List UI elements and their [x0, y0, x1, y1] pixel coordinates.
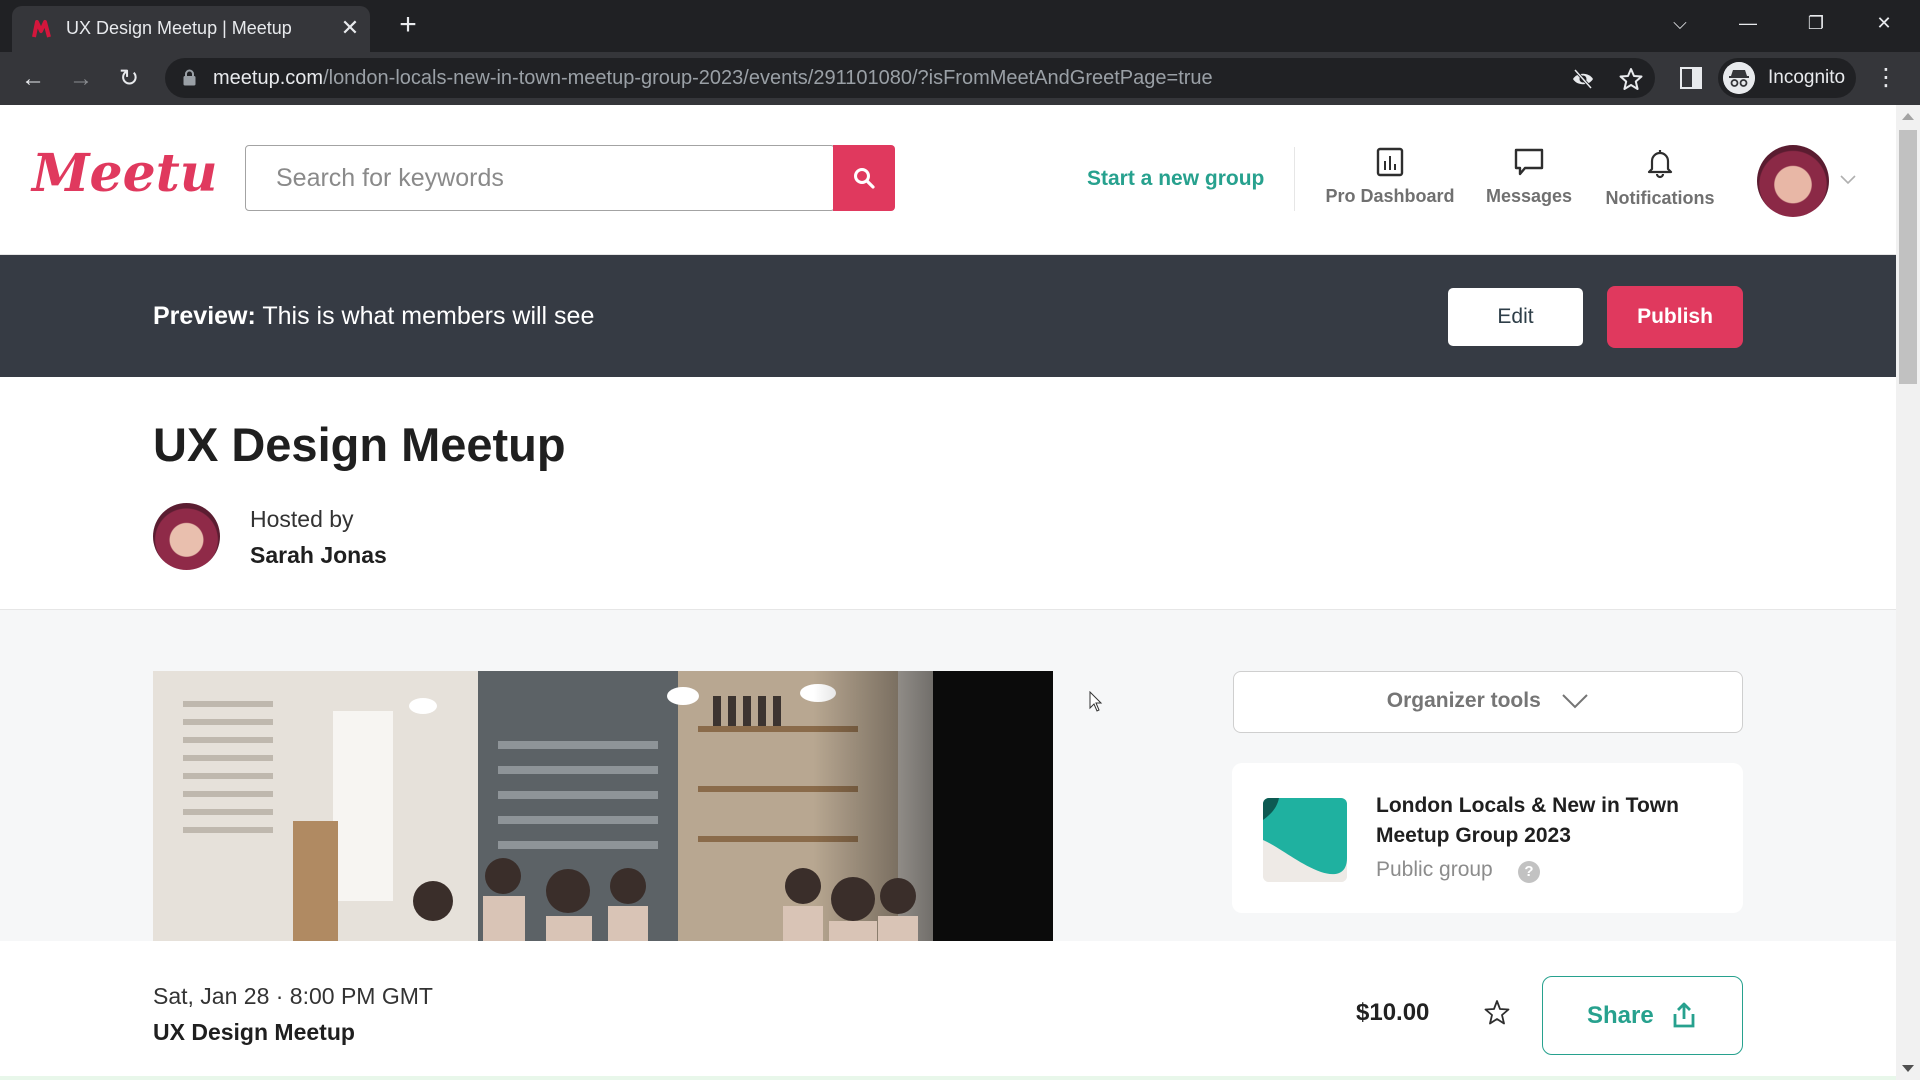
lock-icon	[183, 69, 196, 86]
chat-bubble-icon	[1514, 148, 1544, 176]
url-path: /london-locals-new-in-town-meetup-group-…	[323, 67, 1213, 89]
new-tab-button[interactable]: +	[392, 10, 424, 40]
group-name[interactable]: London Locals & New in Town Meetup Group…	[1376, 791, 1716, 851]
hosted-by-label: Hosted by	[250, 506, 354, 532]
action-bar-event-title: UX Design Meetup	[153, 1019, 355, 1045]
url-text[interactable]: meetup.com/london-locals-new-in-town-mee…	[213, 67, 1213, 90]
nav-messages[interactable]: Messages	[1454, 147, 1604, 217]
side-panel-icon[interactable]	[1680, 67, 1702, 89]
organizer-tools-label: Organizer tools	[1386, 689, 1541, 712]
scrollbar-thumb[interactable]	[1899, 130, 1917, 384]
organizer-tools-dropdown[interactable]: Organizer tools	[1233, 671, 1743, 733]
preview-banner: Preview: This is what members will see E…	[0, 255, 1896, 377]
reload-button[interactable]: ↻	[112, 62, 146, 96]
event-photo	[153, 671, 1053, 941]
host-name[interactable]: Sarah Jonas	[250, 542, 387, 569]
share-upload-icon	[1673, 1002, 1695, 1028]
share-label: Share	[1587, 1002, 1654, 1029]
scroll-up-arrow-icon[interactable]	[1902, 113, 1914, 120]
group-logo-shape	[1263, 798, 1347, 882]
meetup-logo[interactable]: Meetup	[30, 145, 218, 215]
search-button[interactable]	[833, 145, 895, 211]
nav-pro-dashboard[interactable]: Pro Dashboard	[1315, 147, 1465, 217]
user-avatar[interactable]	[1757, 145, 1829, 217]
preview-description: This is what members will see	[255, 302, 595, 330]
browser-toolbar: ← → ↻ meetup.com/london-locals-new-in-to…	[0, 52, 1920, 105]
event-price: $10.00	[1356, 999, 1430, 1026]
event-action-bar: Sat, Jan 28 · 8:00 PM GMT UX Design Meet…	[0, 941, 1896, 1080]
tab-search-icon[interactable]: ⌵	[1660, 10, 1700, 36]
share-button[interactable]: Share	[1542, 976, 1743, 1055]
incognito-profile-button[interactable]: Incognito	[1718, 58, 1856, 98]
page-scrollbar[interactable]	[1896, 105, 1920, 1080]
restore-button[interactable]: ❐	[1796, 10, 1836, 36]
meetup-page: Meetup Start a new group Pro Dashboard	[0, 105, 1896, 1080]
search-box	[245, 145, 835, 211]
logo-text: Meetup	[30, 145, 218, 204]
incognito-label: Incognito	[1768, 67, 1846, 88]
save-star-icon[interactable]	[1483, 998, 1511, 1026]
publish-button[interactable]: Publish	[1607, 286, 1743, 348]
address-bar[interactable]: meetup.com/london-locals-new-in-town-mee…	[165, 58, 1655, 98]
scroll-down-arrow-icon[interactable]	[1902, 1065, 1914, 1072]
host-avatar[interactable]	[153, 503, 220, 570]
meetup-favicon-icon	[32, 20, 51, 38]
search-icon	[854, 168, 875, 189]
tracking-blocked-eye-icon[interactable]	[1570, 66, 1596, 92]
forward-button[interactable]: →	[64, 62, 98, 96]
bar-chart-icon	[1376, 147, 1404, 177]
window-close-button[interactable]: ✕	[1864, 10, 1904, 36]
chevron-down-icon[interactable]	[1838, 171, 1858, 187]
browser-menu-icon[interactable]: ⋮	[1874, 62, 1898, 96]
chevron-down-icon	[1562, 694, 1588, 709]
event-header: UX Design Meetup Hosted by Sarah Jonas	[0, 377, 1896, 610]
browser-tab-strip: UX Design Meetup | Meetup ✕ + ⌵ — ❐ ✕	[0, 0, 1920, 52]
mouse-cursor-icon	[1089, 691, 1103, 712]
help-icon[interactable]: ?	[1518, 861, 1540, 883]
nav-notifications-label: Notifications	[1605, 188, 1715, 208]
start-new-group-link[interactable]: Start a new group	[1087, 167, 1264, 191]
search-input[interactable]	[246, 146, 834, 210]
tab-title: UX Design Meetup | Meetup	[66, 18, 292, 38]
incognito-icon	[1723, 62, 1755, 94]
event-date-time: Sat, Jan 28 · 8:00 PM GMT	[153, 983, 433, 1009]
site-header: Meetup Start a new group Pro Dashboard	[0, 105, 1896, 255]
event-photo-illustration	[153, 671, 1053, 941]
edit-button[interactable]: Edit	[1448, 288, 1583, 346]
nav-messages-label: Messages	[1485, 186, 1573, 206]
minimize-button[interactable]: —	[1728, 10, 1768, 36]
browser-tab[interactable]: UX Design Meetup | Meetup ✕	[12, 6, 370, 52]
header-divider	[1294, 147, 1295, 211]
group-thumbnail	[1263, 798, 1347, 882]
event-title: UX Design Meetup	[153, 418, 566, 471]
bell-icon	[1647, 150, 1673, 179]
nav-notifications[interactable]: Notifications	[1585, 147, 1735, 217]
nav-pro-dashboard-label: Pro Dashboard	[1325, 186, 1455, 206]
group-card[interactable]: London Locals & New in Town Meetup Group…	[1232, 763, 1743, 913]
back-button[interactable]: ←	[16, 62, 50, 96]
tab-close-icon[interactable]: ✕	[336, 14, 364, 42]
bookmark-star-icon[interactable]	[1618, 66, 1644, 92]
preview-prefix: Preview:	[153, 302, 256, 330]
group-type: Public group	[1376, 858, 1493, 881]
preview-message: Preview: This is what members will see	[153, 302, 594, 331]
url-host: meetup.com	[213, 67, 324, 89]
